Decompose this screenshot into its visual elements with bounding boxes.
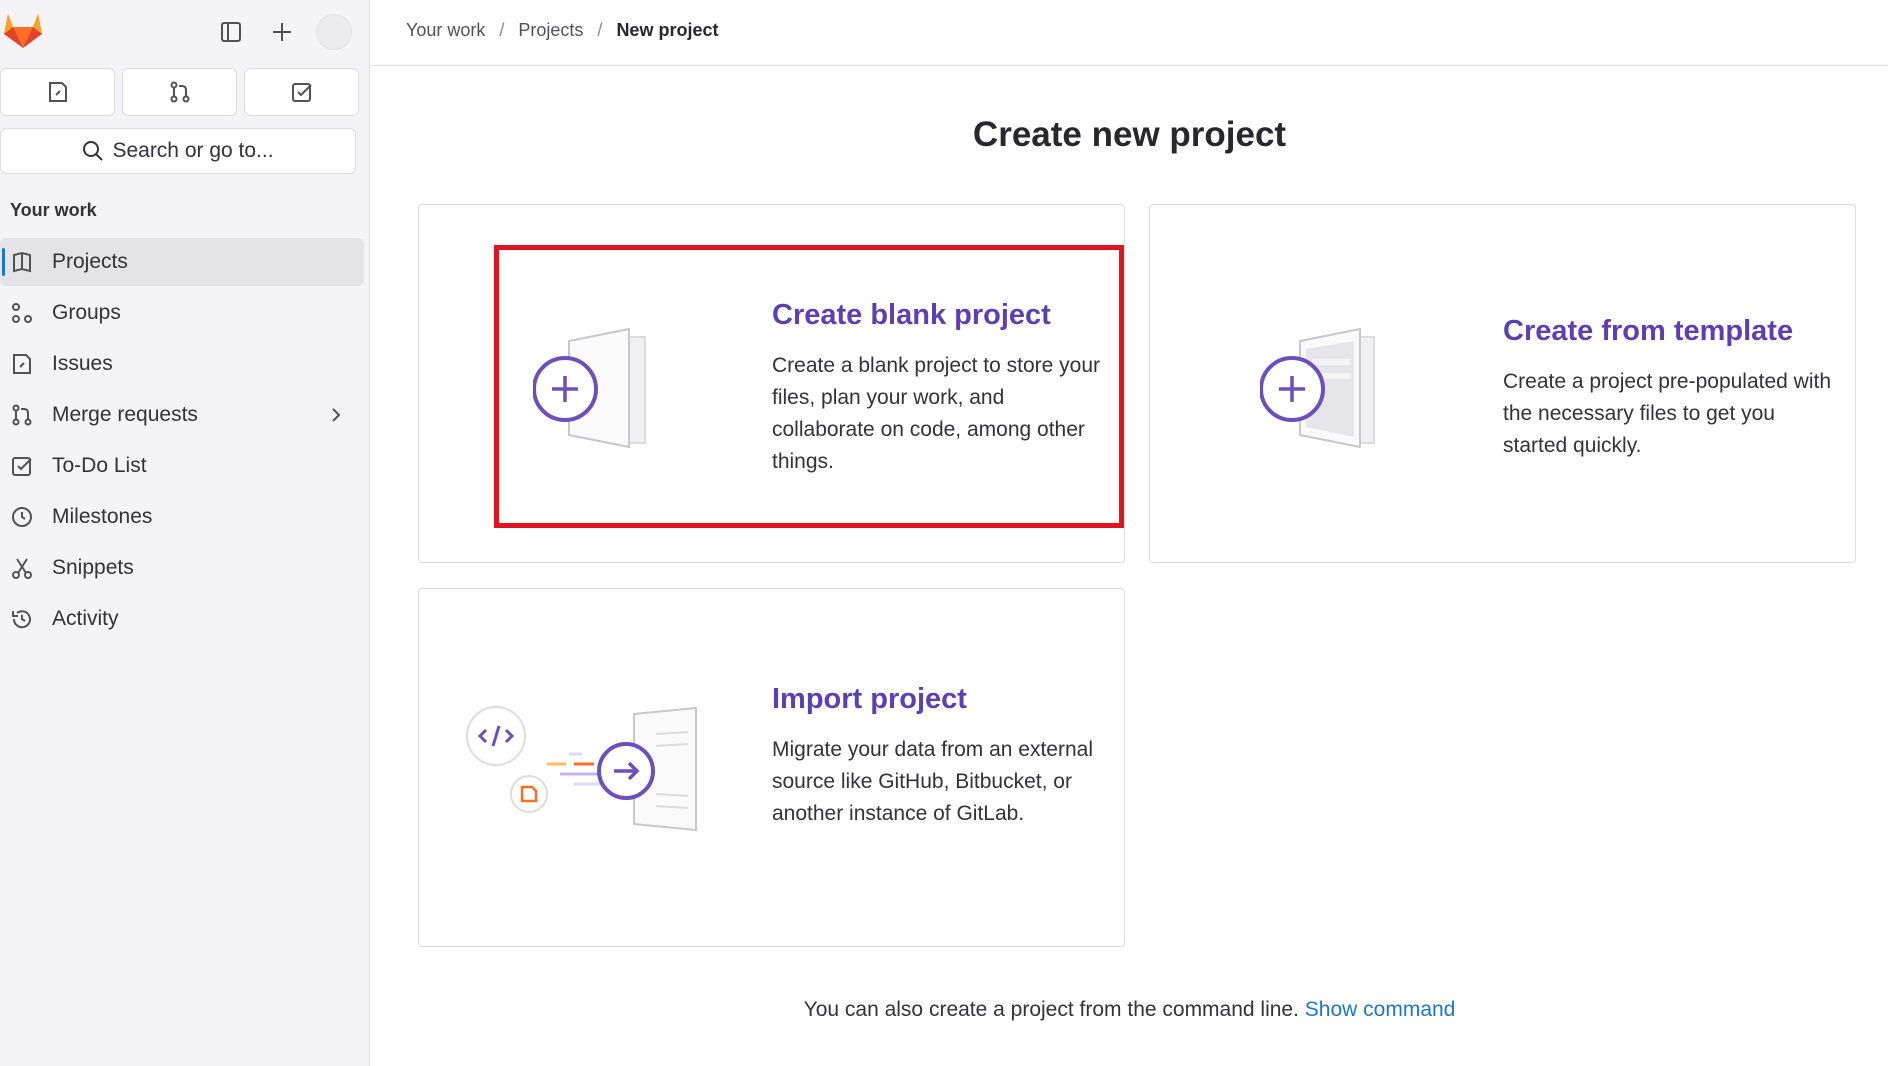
merge-requests-tile-button[interactable] [122,68,237,116]
todo-icon [291,83,312,102]
sidebar-header [0,0,370,62]
sidebar-item-label: Groups [52,301,121,324]
top-bar: Your work / Projects / New project [371,0,1888,66]
import-illustration-icon [464,704,724,834]
sidebar-item-label: Snippets [52,556,134,579]
milestone-icon [12,507,32,527]
search-input[interactable]: Search or go to... [0,128,356,174]
sidebar-item-milestones[interactable]: Milestones [0,493,364,541]
card-description: Create a blank project to store your fil… [772,354,1101,473]
import-project-card[interactable]: Import project Migrate your data from an… [418,588,1125,947]
blank-project-illustration-icon [532,323,663,453]
quick-tiles [0,68,370,116]
breadcrumb: Your work / Projects / New project [406,20,718,41]
search-placeholder: Search or go to... [112,139,274,162]
plus-icon[interactable] [264,14,300,50]
sidebar-item-issues[interactable]: Issues [0,340,364,388]
breadcrumb-separator: / [597,20,603,40]
sidebar-toggle-icon[interactable] [213,14,249,50]
sidebar-item-label: To-Do List [52,454,147,477]
card-title[interactable]: Create blank project [772,299,1051,332]
group-icon [12,303,32,323]
sidebar-item-label: Activity [52,607,119,630]
breadcrumb-current[interactable]: New project [616,20,718,41]
sidebar-nav: Projects Groups Issues Merge requests To… [0,238,364,646]
sidebar-item-activity[interactable]: Activity [0,595,364,643]
card-title[interactable]: Create from template [1503,315,1793,348]
todos-tile-button[interactable] [244,68,359,116]
sidebar-item-todo-list[interactable]: To-Do List [0,442,364,490]
history-icon [12,610,31,629]
sidebar-item-label: Milestones [52,505,153,528]
breadcrumb-your-work[interactable]: Your work [406,20,485,41]
issues-tile-button[interactable] [0,68,115,116]
create-from-template-card[interactable]: Create from template Create a project pr… [1149,204,1856,563]
snippet-icon [12,558,32,579]
merge-request-icon [170,81,189,103]
gitlab-logo-icon[interactable] [2,10,44,50]
page-title: Create new project [972,115,1287,154]
template-illustration-icon [1259,323,1390,453]
project-icon [13,251,31,273]
avatar[interactable] [316,14,352,50]
card-description: Create a project pre-populated with the … [1503,370,1832,457]
command-line-hint: You can also create a project from the c… [371,998,1888,1022]
chevron-right-icon[interactable] [326,405,346,425]
merge-request-icon [12,404,32,426]
sidebar-item-label: Issues [52,352,113,375]
sidebar-item-merge-requests[interactable]: Merge requests [0,391,364,439]
card-description: Migrate your data from an external sourc… [772,738,1093,825]
sidebar: Search or go to... Your work Projects Gr… [0,0,370,1066]
sidebar-item-snippets[interactable]: Snippets [0,544,364,592]
breadcrumb-projects[interactable]: Projects [518,20,583,41]
sidebar-item-projects[interactable]: Projects [0,238,364,286]
sidebar-item-label: Projects [52,250,128,273]
create-blank-project-card[interactable]: Create blank project Create a blank proj… [418,204,1125,563]
sidebar-item-label: Merge requests [52,403,198,426]
sidebar-section-title: Your work [10,200,97,220]
issues-icon [13,354,31,374]
breadcrumb-separator: / [499,20,505,40]
search-icon [83,141,104,161]
issues-icon [48,82,67,102]
command-line-text: You can also create a project from the c… [803,998,1299,1021]
show-command-link[interactable]: Show command [1305,998,1456,1021]
sidebar-item-groups[interactable]: Groups [0,289,364,337]
card-title[interactable]: Import project [772,683,967,716]
todo-icon [12,457,32,476]
